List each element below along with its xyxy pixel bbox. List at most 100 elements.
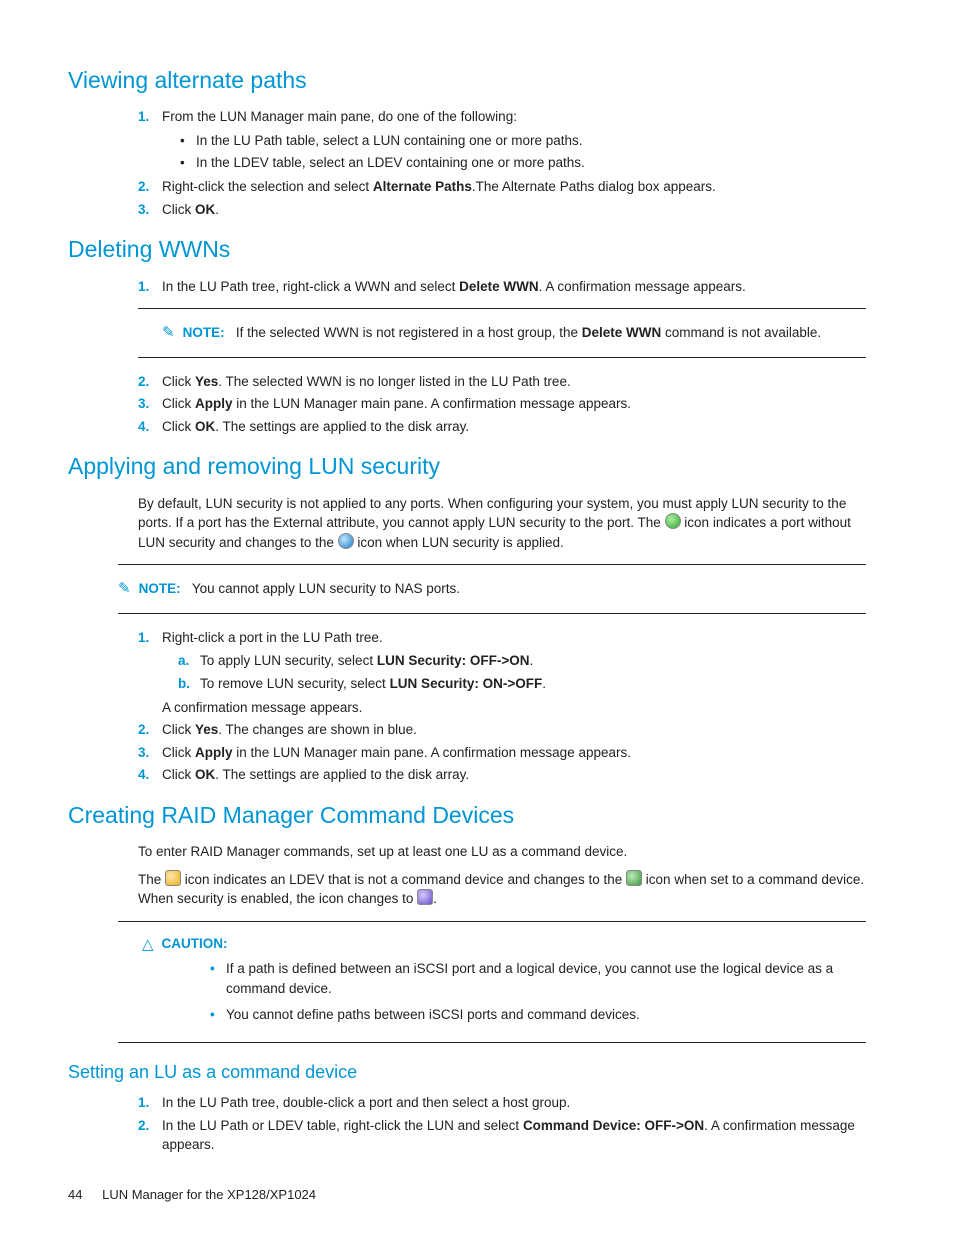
txt: If the selected WWN is not registered in… [236, 325, 582, 340]
bold: OK [195, 419, 215, 434]
txt: Click [162, 767, 195, 782]
list-item: Click Apply in the LUN Manager main pane… [138, 743, 866, 763]
list-item: In the LU Path or LDEV table, right-clic… [138, 1116, 866, 1155]
txt: You cannot apply LUN security to NAS por… [192, 581, 460, 596]
txt: Click [162, 396, 195, 411]
paragraph: By default, LUN security is not applied … [138, 494, 866, 553]
note-icon: ✎ [162, 325, 175, 340]
paragraph: To enter RAID Manager commands, set up a… [138, 842, 866, 862]
txt: To apply LUN security, select [200, 653, 377, 668]
note-icon: ✎ [118, 581, 131, 596]
txt: .The Alternate Paths dialog box appears. [472, 179, 716, 194]
caution-label: CAUTION: [162, 934, 228, 954]
list-item: From the LUN Manager main pane, do one o… [138, 107, 866, 173]
txt: In the LU Path or LDEV table, right-clic… [162, 1118, 523, 1133]
command-device-icon [626, 870, 642, 886]
port-lun-security-icon [338, 533, 354, 549]
list-item: Click Apply in the LUN Manager main pane… [138, 394, 866, 414]
txt: . [215, 202, 219, 217]
list-item: In the LU Path table, select a LUN conta… [178, 131, 866, 151]
txt: To remove LUN security, select [200, 676, 390, 691]
txt: in the LUN Manager main pane. A confirma… [233, 745, 631, 760]
list-item: Click OK. The settings are applied to th… [138, 765, 866, 785]
txt: . The settings are applied to the disk a… [215, 767, 469, 782]
heading-viewing-alternate-paths: Viewing alternate paths [68, 64, 866, 97]
bold: Apply [195, 396, 233, 411]
bold: Yes [195, 722, 218, 737]
list-item: In the LU Path tree, double-click a port… [138, 1093, 866, 1113]
applying-steps: Right-click a port in the LU Path tree. … [138, 628, 866, 785]
note-block-nas-ports: ✎ NOTE: You cannot apply LUN security to… [118, 564, 866, 614]
txt: . [542, 676, 546, 691]
txt: In the LU Path tree, right-click a WWN a… [162, 279, 459, 294]
sub-steps: To apply LUN security, select LUN Securi… [178, 651, 866, 693]
sub-bullets: In the LU Path table, select a LUN conta… [178, 131, 866, 173]
list-item: To remove LUN security, select LUN Secur… [178, 674, 866, 694]
note-text: NOTE: You cannot apply LUN security to N… [139, 579, 460, 599]
list-item: Click OK. The settings are applied to th… [138, 417, 866, 437]
txt: The [138, 872, 165, 887]
bold: OK [195, 767, 215, 782]
deleting-steps-cont: Click Yes. The selected WWN is no longer… [138, 372, 866, 437]
heading-setting-lu-command-device: Setting an LU as a command device [68, 1059, 866, 1085]
bold: Yes [195, 374, 218, 389]
page-number: 44 [68, 1187, 82, 1202]
setting-steps: In the LU Path tree, double-click a port… [138, 1093, 866, 1155]
txt: . [433, 891, 437, 906]
list-item: Right-click the selection and select Alt… [138, 177, 866, 197]
bold: LUN Security: ON->OFF [390, 676, 543, 691]
heading-creating-raid-manager: Creating RAID Manager Command Devices [68, 799, 866, 832]
list-item: Click Yes. The selected WWN is no longer… [138, 372, 866, 392]
caution-bullets: If a path is defined between an iSCSI po… [208, 959, 866, 1024]
txt: icon when LUN security is applied. [354, 535, 564, 550]
bold: Delete WWN [582, 325, 662, 340]
txt: Right-click a port in the LU Path tree. [162, 630, 383, 645]
ldev-icon [165, 870, 181, 886]
note-text: NOTE: If the selected WWN is not registe… [183, 323, 866, 343]
bold: OK [195, 202, 215, 217]
list-item: Click OK. [138, 200, 866, 220]
txt: . The settings are applied to the disk a… [215, 419, 469, 434]
list-item: If a path is defined between an iSCSI po… [208, 959, 866, 998]
deleting-steps: In the LU Path tree, right-click a WWN a… [138, 277, 866, 297]
heading-applying-lun-security: Applying and removing LUN security [68, 450, 866, 483]
list-item: Right-click a port in the LU Path tree. … [138, 628, 866, 717]
step-text: From the LUN Manager main pane, do one o… [162, 109, 517, 124]
txt: Click [162, 419, 195, 434]
list-item: In the LU Path tree, right-click a WWN a… [138, 277, 866, 297]
note-label: NOTE: [183, 325, 225, 340]
bold: LUN Security: OFF->ON [377, 653, 530, 668]
note-block-delete-wwn: ✎ NOTE: If the selected WWN is not regis… [138, 308, 866, 358]
heading-deleting-wwns: Deleting WWNs [68, 233, 866, 266]
caution-icon: △ [142, 937, 154, 952]
step-tail: A confirmation message appears. [162, 698, 866, 718]
port-no-lun-security-icon [665, 513, 681, 529]
command-device-secure-icon [417, 889, 433, 905]
note-label: NOTE: [139, 581, 181, 596]
txt: . The changes are shown in blue. [218, 722, 417, 737]
bold: Apply [195, 745, 233, 760]
caution-block: △ CAUTION: If a path is defined between … [118, 921, 866, 1043]
txt: command is not available. [661, 325, 821, 340]
footer-title: LUN Manager for the XP128/XP1024 [102, 1187, 316, 1202]
bold: Delete WWN [459, 279, 539, 294]
list-item: You cannot define paths between iSCSI po… [208, 1005, 866, 1025]
txt: Right-click the selection and select [162, 179, 373, 194]
txt: . [529, 653, 533, 668]
txt: Click [162, 722, 195, 737]
viewing-steps: From the LUN Manager main pane, do one o… [138, 107, 866, 219]
txt: Click [162, 374, 195, 389]
paragraph: The icon indicates an LDEV that is not a… [138, 870, 866, 909]
txt: in the LUN Manager main pane. A confirma… [233, 396, 631, 411]
txt: . The selected WWN is no longer listed i… [218, 374, 570, 389]
list-item: In the LDEV table, select an LDEV contai… [178, 153, 866, 173]
txt: Click [162, 745, 195, 760]
list-item: Click Yes. The changes are shown in blue… [138, 720, 866, 740]
txt: . A confirmation message appears. [539, 279, 746, 294]
list-item: To apply LUN security, select LUN Securi… [178, 651, 866, 671]
page-footer: 44 LUN Manager for the XP128/XP1024 [68, 1186, 316, 1205]
bold: Alternate Paths [373, 179, 472, 194]
bold: Command Device: OFF->ON [523, 1118, 704, 1133]
txt: Click [162, 202, 195, 217]
txt: icon indicates an LDEV that is not a com… [181, 872, 626, 887]
